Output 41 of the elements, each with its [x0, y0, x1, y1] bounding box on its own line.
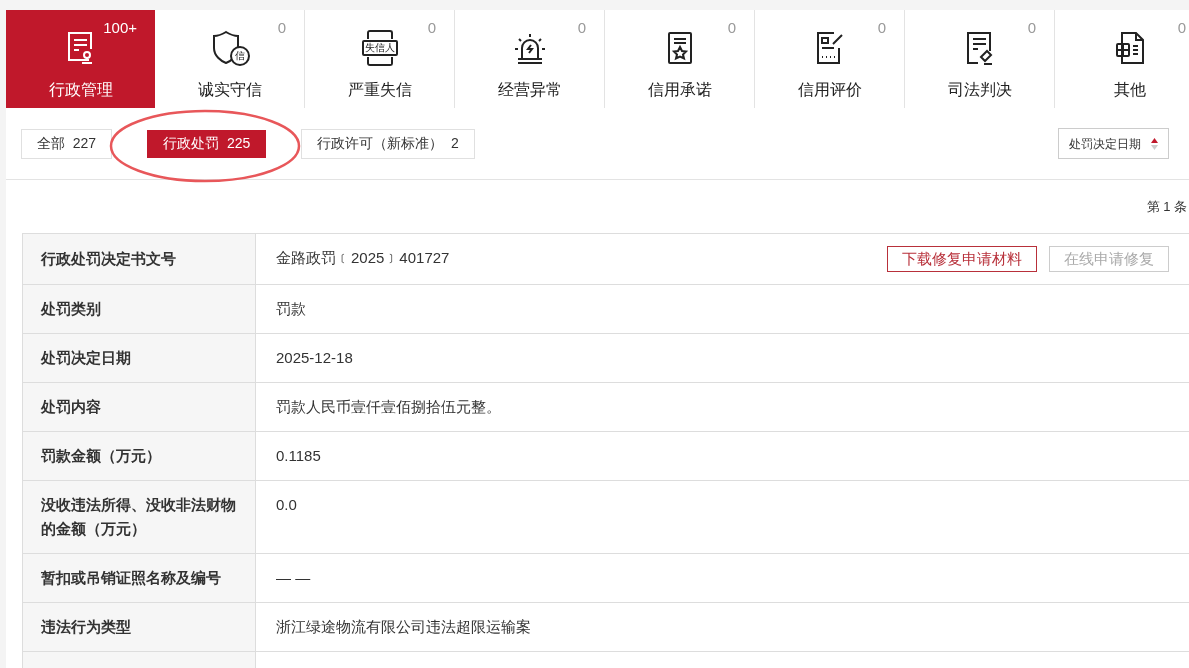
field-value: 浙江绿途物流有限公司违法超限运输案: [276, 617, 531, 637]
filter-tab[interactable]: 行政处罚 225: [147, 129, 267, 158]
category-count: 0: [877, 19, 886, 37]
category-count: 0: [727, 19, 736, 37]
category-label: 严重失信: [347, 80, 412, 100]
field-value: 罚款人民币壹仟壹佰捌拾伍元整。: [276, 397, 501, 417]
category-label: 诚实守信: [197, 80, 262, 100]
category-label: 行政管理: [48, 80, 113, 100]
category-count: 0: [1027, 19, 1036, 37]
field-value: 罚款: [276, 299, 306, 319]
category-label: 信用承诺: [647, 80, 712, 100]
category-tab[interactable]: 行政管理 100+: [6, 10, 155, 108]
field-label: 暂扣或吊销证照名称及编号: [23, 554, 256, 602]
field-value: — —: [276, 568, 311, 588]
category-count: 0: [1177, 19, 1186, 37]
category-count: 0: [427, 19, 436, 37]
field-value: 0.0: [276, 495, 297, 515]
field-label: 违法行为类型: [23, 603, 256, 651]
category-label: 司法判决: [947, 80, 1012, 100]
field-label: 处罚决定日期: [23, 334, 256, 382]
category-label: 经营异常: [497, 80, 562, 100]
filter-tab[interactable]: 行政许可（新标准） 2: [301, 128, 475, 159]
category-count: 0: [277, 19, 286, 37]
field-label: 处罚内容: [23, 383, 256, 431]
sort-arrows-icon: [1151, 137, 1158, 150]
field-value: 2025-12-18: [276, 348, 353, 368]
action-button[interactable]: 下载修复申请材料: [887, 246, 1037, 272]
category-label: 信用评价: [797, 80, 862, 100]
category-count: 100+: [103, 19, 137, 37]
field-label: 处罚类别: [23, 285, 256, 333]
filter-tab[interactable]: 全部 227: [21, 128, 113, 159]
document-grid-icon: [1113, 30, 1146, 66]
field-label: 罚款金额（万元）: [23, 432, 256, 480]
sort-dropdown[interactable]: 处罚决定日期: [1058, 128, 1169, 159]
category-count: 0: [577, 19, 586, 37]
field-value: 0.1185: [276, 446, 321, 466]
category-label: 其他: [1113, 80, 1146, 100]
field-value: 金路政罚﹝2025﹞401727: [276, 248, 450, 268]
field-label: 没收违法所得、没收非法财物的金额（万元）: [23, 481, 256, 553]
field-label: 行政处罚决定书文号: [23, 234, 256, 284]
record-counter: 第 1 条: [1146, 197, 1187, 216]
